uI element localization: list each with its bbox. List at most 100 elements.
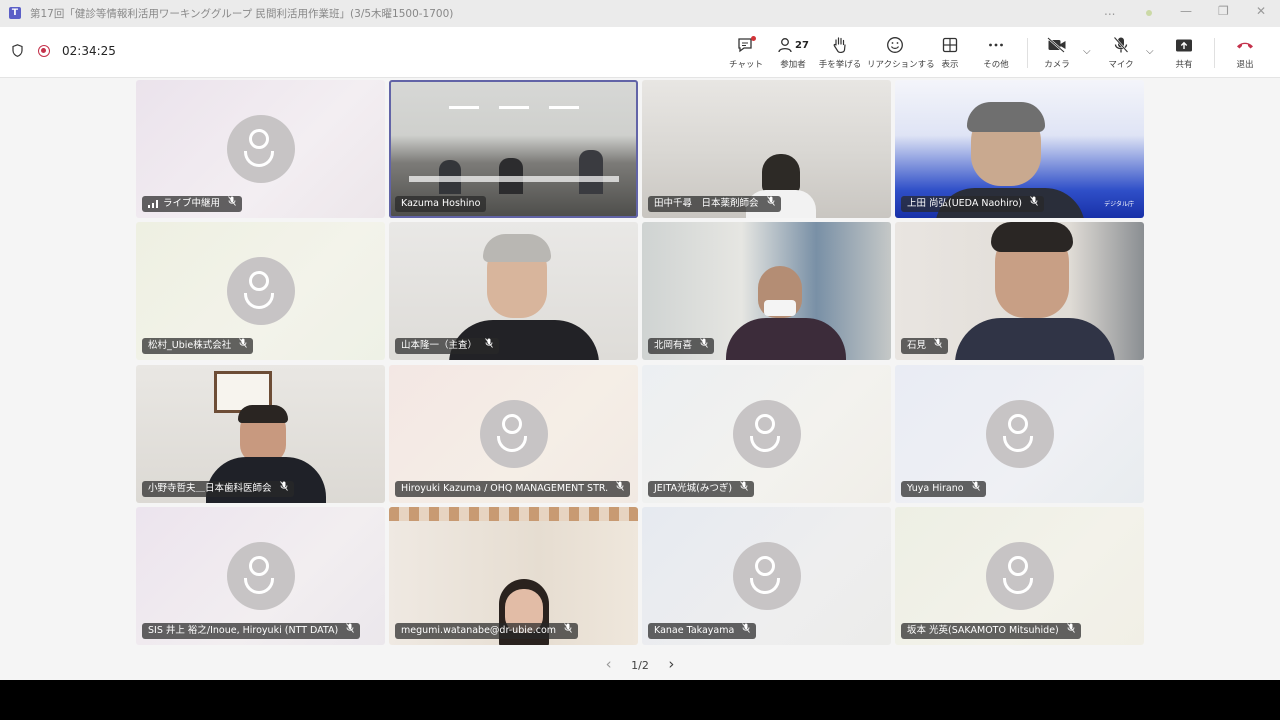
participant-tile[interactable]: 松村_Ubie株式会社 xyxy=(136,222,385,360)
avatar-icon xyxy=(226,257,295,325)
mic-options-chevron-icon[interactable]: ⌵ xyxy=(1146,46,1154,57)
mic-muted-icon xyxy=(971,481,980,497)
ceiling-lights-decoration xyxy=(419,106,609,118)
leave-label: 退出 xyxy=(1236,60,1254,70)
avatar-icon xyxy=(226,115,295,183)
participant-video-person xyxy=(726,318,846,360)
toolbar-divider xyxy=(1027,38,1028,68)
call-timer: 02:34:25 xyxy=(62,44,116,58)
participant-name-tag: 坂本 光英(SAKAMOTO Mitsuhide) xyxy=(901,623,1081,639)
participant-video-person xyxy=(967,102,1045,132)
status-dot-icon xyxy=(1146,10,1152,16)
title-bar: T 第17回「健診等情報利活用ワーキンググループ 民間利活用作業班」(3/5木曜… xyxy=(0,0,1280,27)
avatar-icon xyxy=(732,542,801,610)
minimize-button[interactable]: — xyxy=(1180,4,1192,18)
more-window-options-icon[interactable]: ... xyxy=(1104,4,1115,18)
participant-tile[interactable]: 坂本 光英(SAKAMOTO Mitsuhide) xyxy=(895,507,1144,645)
window-title: 第17回「健診等情報利活用ワーキンググループ 民間利活用作業班」(3/5木曜15… xyxy=(30,8,454,20)
participant-tile[interactable]: SIS 井上 裕之/Inoue, Hiroyuki (NTT DATA) xyxy=(136,507,385,645)
teams-logo-icon: T xyxy=(9,7,21,19)
avatar-icon xyxy=(226,542,295,610)
mic-button[interactable]: マイク xyxy=(1093,35,1149,73)
leave-button[interactable]: 退出 xyxy=(1217,35,1273,73)
chat-notification-dot xyxy=(751,36,756,41)
participant-name: JEITA光城(みつぎ) xyxy=(654,483,733,494)
camera-options-chevron-icon[interactable]: ⌵ xyxy=(1083,46,1091,57)
conference-room-person xyxy=(579,150,603,194)
more-icon xyxy=(989,43,1003,47)
participant-tile[interactable]: 石見 xyxy=(895,222,1144,360)
participant-name: 松村_Ubie株式会社 xyxy=(148,340,232,351)
share-label: 共有 xyxy=(1175,60,1193,70)
next-page-button[interactable]: › xyxy=(668,655,674,673)
participant-name: Kazuma Hoshino xyxy=(401,198,481,209)
more-button[interactable]: その他 xyxy=(968,35,1024,73)
participant-tile[interactable]: 北岡有喜 xyxy=(642,222,891,360)
participant-name-tag: Yuya Hirano xyxy=(901,481,986,497)
participant-name-tag: 石見 xyxy=(901,338,949,354)
conference-table xyxy=(409,176,619,182)
participant-name: 小野寺哲夫＿日本歯科医師会 xyxy=(148,483,272,494)
participant-name: 坂本 光英(SAKAMOTO Mitsuhide) xyxy=(907,625,1059,636)
camera-off-icon xyxy=(1047,37,1066,53)
participant-name: 山本隆一（主査） xyxy=(401,340,478,351)
mic-muted-icon xyxy=(934,338,942,354)
participant-video-person xyxy=(762,154,800,194)
participant-name: ライブ中継用 xyxy=(163,198,221,209)
grid-view-icon xyxy=(942,37,958,53)
participant-tile[interactable]: ライブ中継用 xyxy=(136,80,385,218)
participant-name-tag: JEITA光城(みつぎ) xyxy=(648,481,755,497)
participant-tile[interactable]: 田中千尋 日本薬剤師会 xyxy=(642,80,891,218)
smiley-icon xyxy=(887,37,903,53)
mic-muted-icon xyxy=(616,481,625,497)
mic-muted-icon xyxy=(485,338,493,354)
participant-name-tag: 小野寺哲夫＿日本歯科医師会 xyxy=(142,481,294,497)
participant-tile[interactable]: Kanae Takayama xyxy=(642,507,891,645)
face-mask xyxy=(764,300,796,316)
mic-label: マイク xyxy=(1108,60,1134,70)
wooden-ceiling-background xyxy=(389,507,638,521)
mic-muted-icon xyxy=(564,623,572,639)
participant-name-tag: SIS 井上 裕之/Inoue, Hiroyuki (NTT DATA) xyxy=(142,623,361,639)
participant-tile[interactable]: デジタル庁 上田 尚弘(UEDA Naohiro) xyxy=(895,80,1144,218)
participant-name-tag: 上田 尚弘(UEDA Naohiro) xyxy=(901,196,1044,212)
toolbar-divider xyxy=(1214,38,1215,68)
more-label: その他 xyxy=(983,60,1009,70)
participant-tile[interactable]: JEITA光城(みつぎ) xyxy=(642,365,891,503)
raise-hand-button[interactable]: 手を挙げる xyxy=(812,35,868,73)
participant-name: Yuya Hirano xyxy=(907,483,964,494)
maximize-button[interactable]: ❐ xyxy=(1218,4,1229,18)
meeting-toolbar: 02:34:25 チャット 27 参加者 手を挙げる リアクションする 表示 そ… xyxy=(0,27,1280,78)
mic-muted-icon xyxy=(700,338,708,354)
participant-name: 北岡有喜 xyxy=(654,340,693,351)
gallery-pager: ‹ 1/2 › xyxy=(0,655,1280,673)
reactions-button[interactable]: リアクションする xyxy=(867,35,935,73)
participant-name: 上田 尚弘(UEDA Naohiro) xyxy=(907,198,1022,209)
participant-name: Kanae Takayama xyxy=(654,625,735,636)
previous-page-button[interactable]: ‹ xyxy=(606,655,612,673)
share-button[interactable]: 共有 xyxy=(1156,35,1212,73)
participant-name-tag: Kanae Takayama xyxy=(648,623,757,639)
participants-count: 27 xyxy=(795,39,809,51)
camera-button[interactable]: カメラ xyxy=(1029,35,1085,73)
teams-meeting-window: T 第17回「健診等情報利活用ワーキンググループ 民間利活用作業班」(3/5木曜… xyxy=(0,0,1280,680)
page-indicator: 1/2 xyxy=(631,659,649,672)
camera-label: カメラ xyxy=(1044,60,1070,70)
mic-muted-icon xyxy=(766,196,775,212)
participant-name-tag: megumi.watanabe@dr-ubie.com xyxy=(395,623,579,639)
participant-tile[interactable]: megumi.watanabe@dr-ubie.com xyxy=(389,507,638,645)
hand-icon xyxy=(833,37,846,53)
participant-video-person xyxy=(238,405,288,423)
mic-muted-icon xyxy=(228,196,236,212)
participant-tile[interactable]: Yuya Hirano xyxy=(895,365,1144,503)
participant-video-person xyxy=(483,234,551,262)
shield-icon xyxy=(12,44,23,57)
close-button[interactable]: ✕ xyxy=(1256,4,1266,18)
participant-tile-active-speaker[interactable]: Kazuma Hoshino xyxy=(389,80,638,218)
participant-tile[interactable]: 小野寺哲夫＿日本歯科医師会 xyxy=(136,365,385,503)
participant-tile[interactable]: 山本隆一（主査） xyxy=(389,222,638,360)
participant-tile[interactable]: Hiroyuki Kazuma / OHQ MANAGEMENT STR. xyxy=(389,365,638,503)
participant-video-person xyxy=(991,222,1073,252)
share-screen-icon xyxy=(1176,39,1192,51)
mic-muted-icon xyxy=(1066,623,1075,639)
